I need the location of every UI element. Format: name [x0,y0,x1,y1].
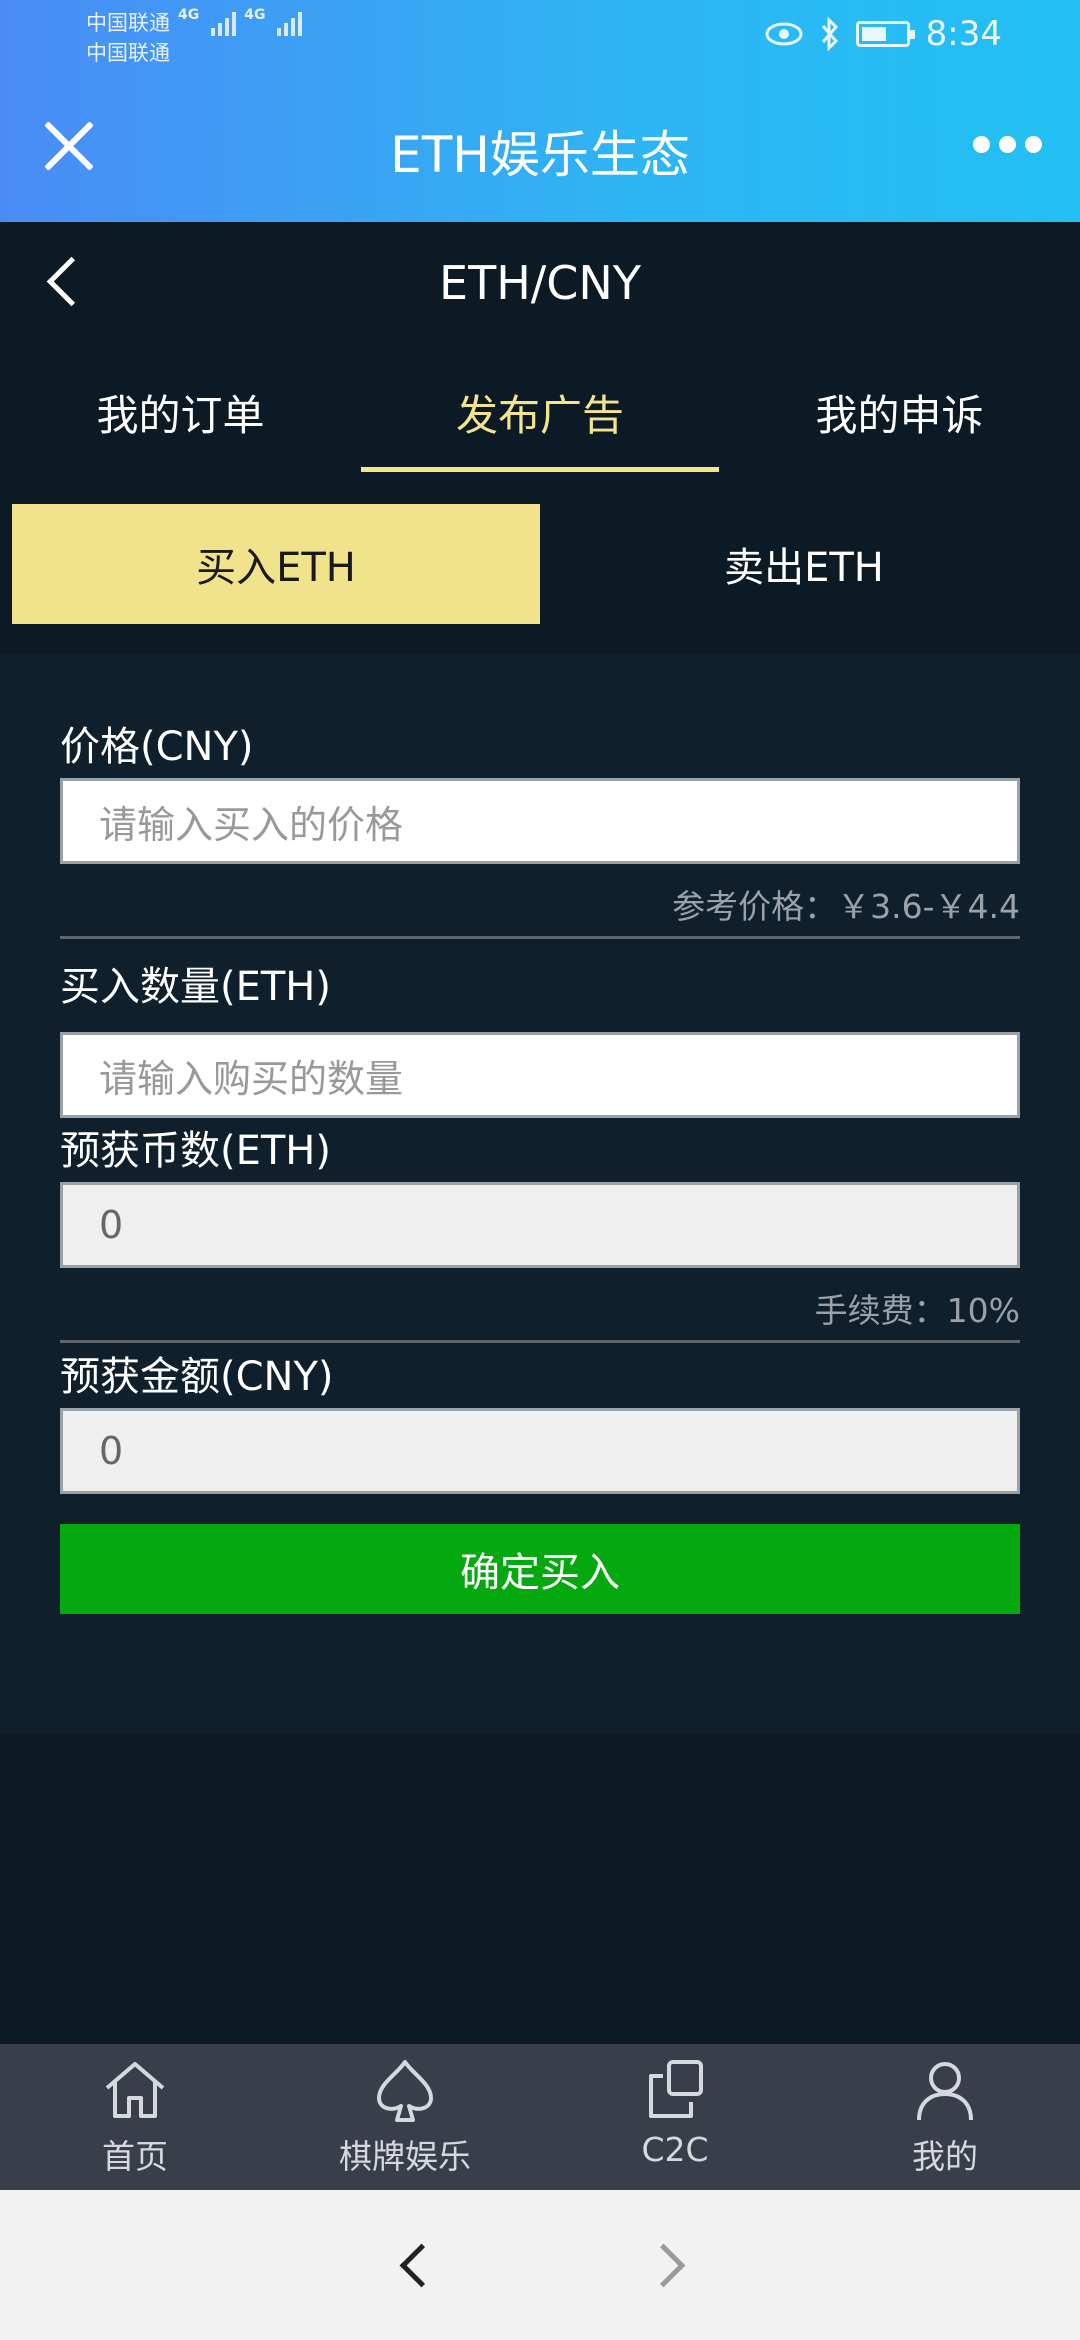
page-title: ETH/CNY [439,256,641,310]
confirm-buy-button[interactable]: 确定买入 [60,1524,1020,1614]
home-icon [105,2062,165,2118]
nav-item-label: 我的 [912,2137,978,2176]
status-icons: 8:34 [764,14,1002,54]
c2c-icon [649,2060,703,2118]
network-type: 4G [178,7,200,23]
expected-amount-label: 预获金额(CNY) [60,1354,334,1400]
tab-bar: 我的订单 发布广告 我的申诉 [0,342,1080,474]
expected-coins-field: 0 [60,1182,1020,1268]
quantity-input[interactable]: 请输入购买的数量 [60,1032,1020,1118]
nav-item-games[interactable]: 棋牌娱乐 [270,2044,540,2190]
app-header: 中国联通 4G 4G 中国联通 8:34 ETH娱乐生态 [0,0,1080,222]
tab-post-ad[interactable]: 发布广告 [361,342,719,474]
browser-back-button[interactable] [396,2242,436,2286]
system-nav-bar [0,2190,1080,2340]
signal-icon [211,10,237,36]
page: 中国联通 4G 4G 中国联通 8:34 ETH娱乐生态 ETH/CNY 我的订… [0,0,1080,2340]
nav-item-home[interactable]: 首页 [0,2044,270,2190]
reference-price: 参考价格：￥3.6-￥4.4 [672,887,1020,926]
expected-coins-label: 预获币数(ETH) [60,1128,331,1174]
carrier-label: 中国联通 [86,11,170,35]
buy-sell-switch: 买入ETH 卖出ETH [12,504,1080,624]
quantity-label: 买入数量(ETH) [60,964,331,1010]
more-options-button[interactable] [973,136,1042,153]
buy-eth-button[interactable]: 买入ETH [12,504,540,624]
nav-item-label: 棋牌娱乐 [339,2137,471,2176]
app-title: ETH娱乐生态 [390,126,690,184]
carrier-label: 中国联通 [86,41,170,65]
sell-eth-button[interactable]: 卖出ETH [540,504,1068,624]
price-input[interactable]: 请输入买入的价格 [60,778,1020,864]
clock: 8:34 [925,14,1002,54]
bluetooth-icon [821,17,838,51]
divider [60,1340,1020,1343]
user-icon [917,2062,973,2121]
price-label: 价格(CNY) [60,724,254,770]
nav-item-c2c[interactable]: C2C [540,2044,810,2190]
spade-icon [377,2060,433,2122]
network-type: 4G [244,7,266,23]
nav-item-label: 首页 [102,2137,168,2176]
signal-icon [277,10,303,36]
eye-icon [765,22,803,46]
nav-item-mine[interactable]: 我的 [810,2044,1080,2190]
divider [60,936,1020,939]
carrier-info: 中国联通 4G 4G 中国联通 [86,7,303,68]
page-header: ETH/CNY [0,222,1080,342]
nav-item-label: C2C [641,2130,709,2169]
tab-my-appeals[interactable]: 我的申诉 [719,342,1080,474]
order-form: 价格(CNY) 请输入买入的价格 参考价格：￥3.6-￥4.4 买入数量(ETH… [0,654,1080,1734]
expected-amount-field: 0 [60,1408,1020,1494]
bottom-nav: 首页 棋牌娱乐 C2C 我的 [0,2044,1080,2190]
browser-forward-button[interactable] [648,2242,688,2286]
tab-my-orders[interactable]: 我的订单 [0,342,361,474]
fee-label: 手续费：10% [814,1291,1020,1330]
battery-icon [855,21,915,47]
